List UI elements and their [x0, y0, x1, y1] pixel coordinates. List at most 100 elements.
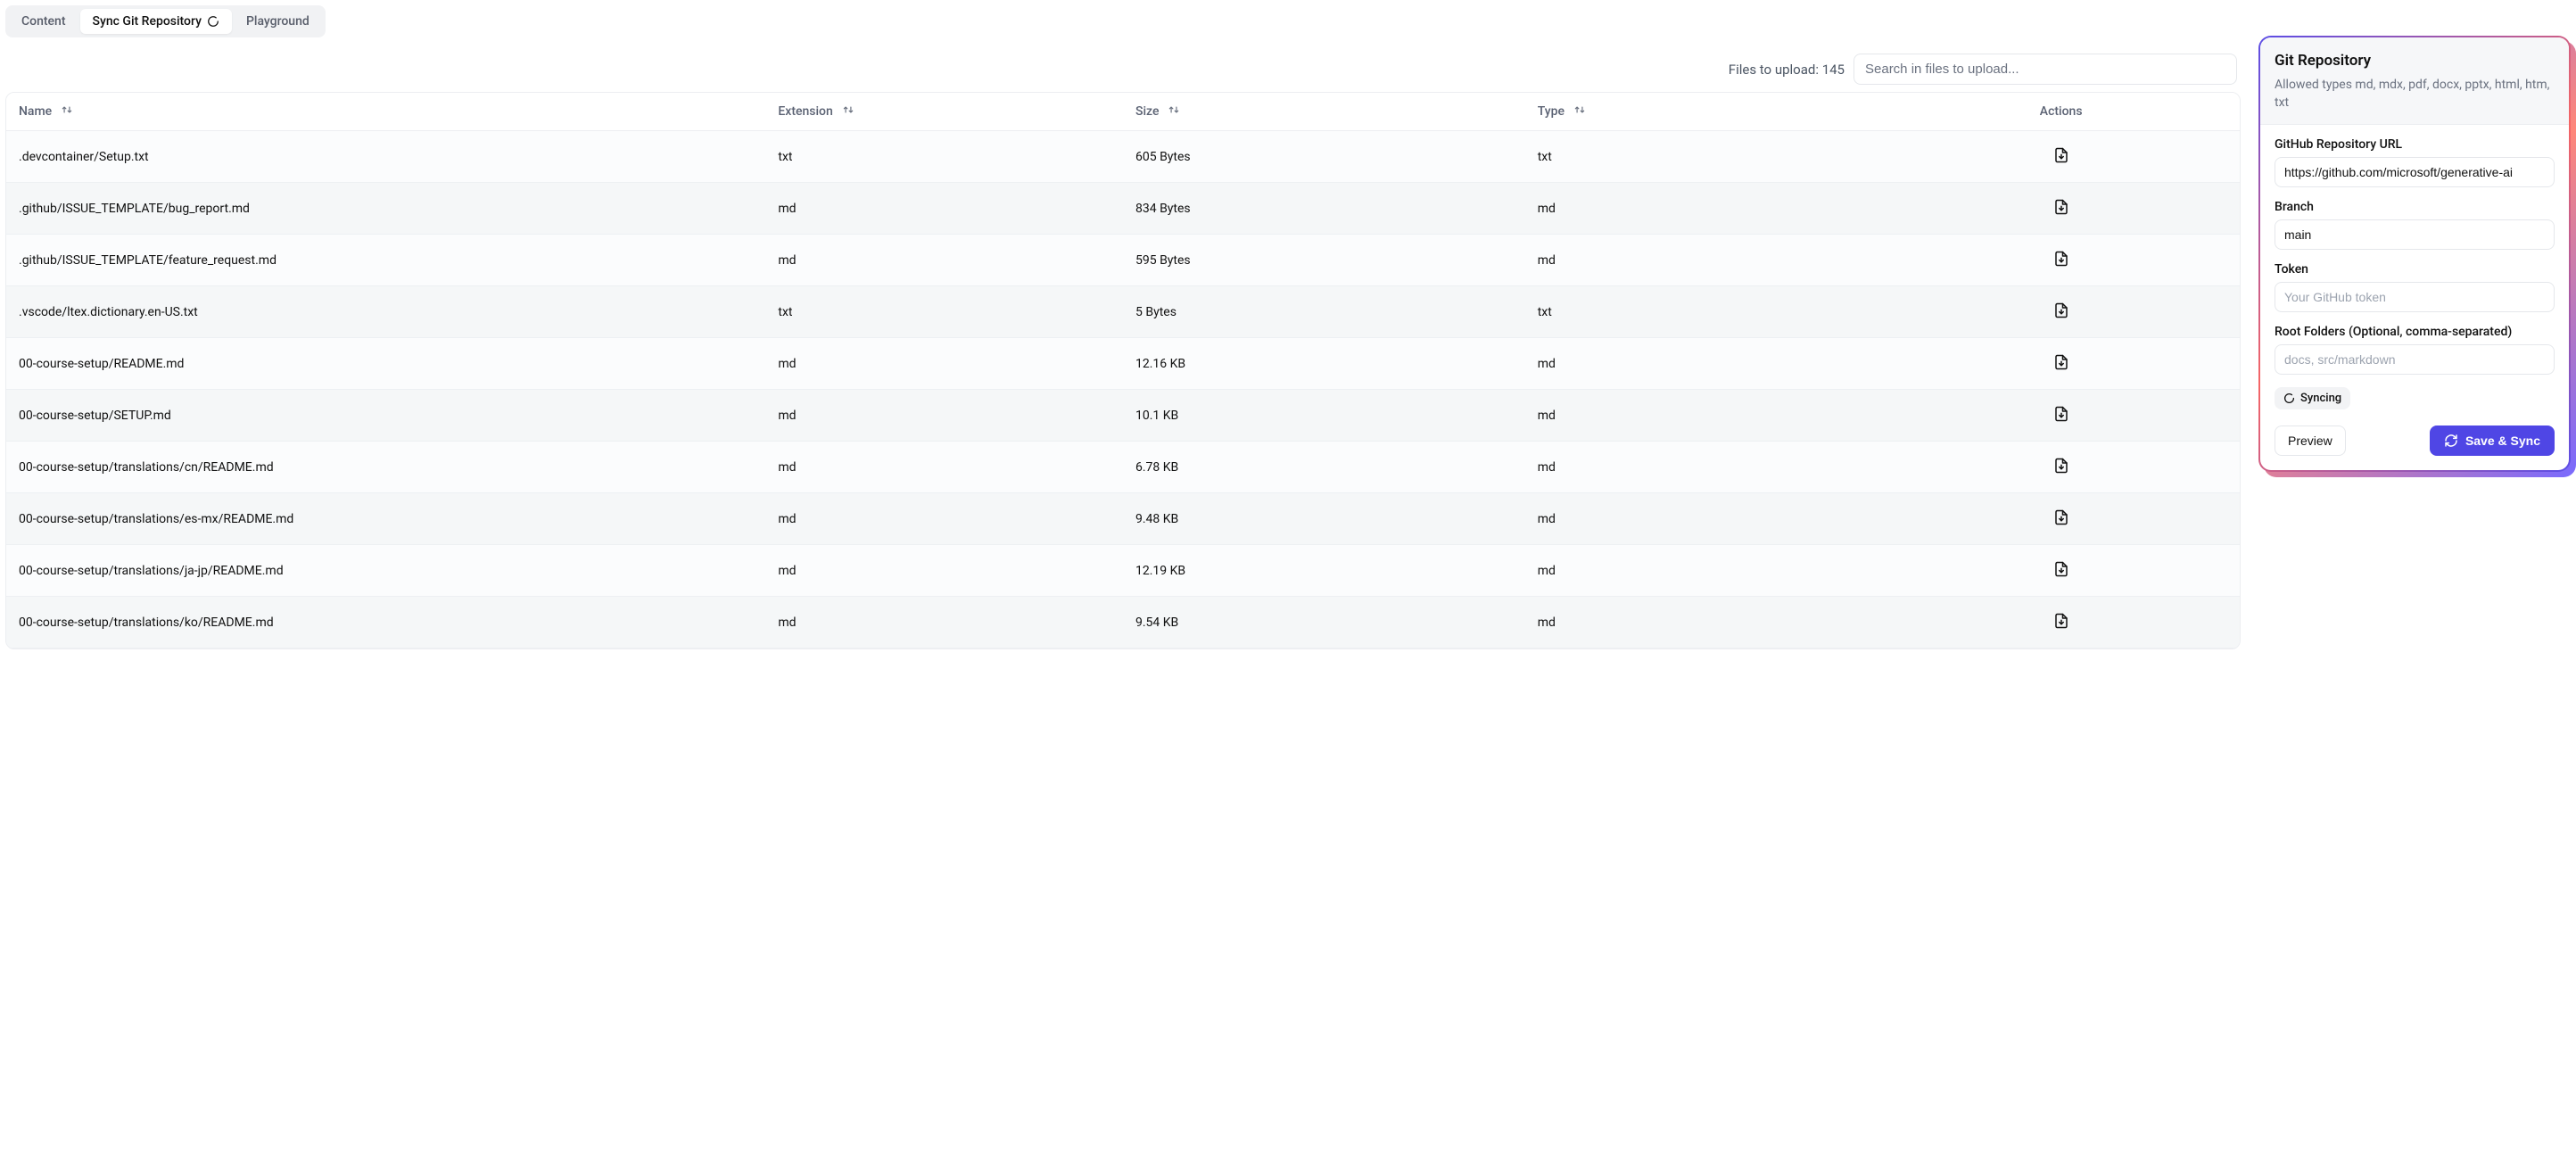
- cell-type: txt: [1525, 131, 1883, 183]
- cell-size: 834 Bytes: [1123, 183, 1525, 235]
- download-file-button[interactable]: [2050, 454, 2073, 480]
- download-file-button[interactable]: [2050, 402, 2073, 428]
- refresh-icon: [2444, 434, 2458, 448]
- file-download-icon: [2053, 458, 2069, 476]
- col-header-type-label: Type: [1538, 104, 1565, 119]
- token-input[interactable]: [2275, 282, 2555, 312]
- cell-size: 595 Bytes: [1123, 235, 1525, 286]
- cell-type: md: [1525, 235, 1883, 286]
- cell-extension: md: [765, 183, 1123, 235]
- cell-size: 6.78 KB: [1123, 442, 1525, 493]
- cell-size: 605 Bytes: [1123, 131, 1525, 183]
- cell-name: .github/ISSUE_TEMPLATE/feature_request.m…: [6, 235, 765, 286]
- col-header-actions-label: Actions: [2040, 104, 2083, 119]
- table-row: .vscode/ltex.dictionary.en-US.txttxt5 By…: [6, 286, 2240, 338]
- cell-name: 00-course-setup/translations/es-mx/READM…: [6, 493, 765, 545]
- col-header-name[interactable]: Name: [19, 103, 73, 120]
- tab-content[interactable]: Content: [9, 9, 78, 34]
- url-label: GitHub Repository URL: [2275, 137, 2555, 152]
- table-row: 00-course-setup/README.mdmd12.16 KBmd: [6, 338, 2240, 390]
- cell-type: md: [1525, 545, 1883, 597]
- col-header-extension-label: Extension: [778, 104, 832, 119]
- download-file-button[interactable]: [2050, 506, 2073, 532]
- tab-content-label: Content: [21, 14, 66, 29]
- cell-size: 10.1 KB: [1123, 390, 1525, 442]
- panel-title: Git Repository: [2275, 52, 2555, 70]
- cell-name: 00-course-setup/translations/cn/README.m…: [6, 442, 765, 493]
- download-file-button[interactable]: [2050, 558, 2073, 583]
- cell-size: 5 Bytes: [1123, 286, 1525, 338]
- col-header-actions: Actions: [1895, 104, 2227, 119]
- col-header-name-label: Name: [19, 104, 52, 119]
- file-download-icon: [2053, 199, 2069, 218]
- github-url-input[interactable]: [2275, 157, 2555, 187]
- cell-extension: md: [765, 493, 1123, 545]
- preview-button[interactable]: Preview: [2275, 426, 2346, 456]
- file-download-icon: [2053, 406, 2069, 425]
- cell-extension: txt: [765, 286, 1123, 338]
- cell-extension: md: [765, 338, 1123, 390]
- syncing-badge: Syncing: [2275, 387, 2350, 409]
- table-row: .github/ISSUE_TEMPLATE/feature_request.m…: [6, 235, 2240, 286]
- cell-type: md: [1525, 493, 1883, 545]
- download-file-button[interactable]: [2050, 299, 2073, 325]
- table-row: .devcontainer/Setup.txttxt605 Bytestxt: [6, 131, 2240, 183]
- cell-type: md: [1525, 390, 1883, 442]
- table-row: 00-course-setup/translations/es-mx/READM…: [6, 493, 2240, 545]
- save-sync-button[interactable]: Save & Sync: [2430, 426, 2555, 456]
- files-count-label: Files to upload: 145: [1729, 62, 1845, 78]
- file-download-icon: [2053, 613, 2069, 632]
- cell-extension: md: [765, 597, 1123, 649]
- search-input[interactable]: [1854, 54, 2237, 85]
- table-row: 00-course-setup/translations/cn/README.m…: [6, 442, 2240, 493]
- file-download-icon: [2053, 302, 2069, 321]
- token-label: Token: [2275, 262, 2555, 277]
- cell-name: .vscode/ltex.dictionary.en-US.txt: [6, 286, 765, 338]
- cell-type: md: [1525, 597, 1883, 649]
- table-row: 00-course-setup/translations/ko/README.m…: [6, 597, 2240, 649]
- file-download-icon: [2053, 561, 2069, 580]
- save-sync-button-label: Save & Sync: [2465, 434, 2540, 448]
- download-file-button[interactable]: [2050, 144, 2073, 169]
- root-folders-input[interactable]: [2275, 344, 2555, 375]
- col-header-size-label: Size: [1135, 104, 1159, 119]
- cell-extension: md: [765, 390, 1123, 442]
- cell-size: 9.54 KB: [1123, 597, 1525, 649]
- table-row: .github/ISSUE_TEMPLATE/bug_report.mdmd83…: [6, 183, 2240, 235]
- panel-subtitle: Allowed types md, mdx, pdf, docx, pptx, …: [2275, 77, 2555, 112]
- preview-button-label: Preview: [2288, 434, 2332, 448]
- cell-size: 12.19 KB: [1123, 545, 1525, 597]
- cell-size: 12.16 KB: [1123, 338, 1525, 390]
- cell-type: md: [1525, 183, 1883, 235]
- cell-size: 9.48 KB: [1123, 493, 1525, 545]
- cell-type: md: [1525, 442, 1883, 493]
- sort-icon: [1168, 103, 1180, 120]
- tab-playground-label: Playground: [246, 14, 310, 29]
- cell-extension: md: [765, 235, 1123, 286]
- files-table: Name Extension Size: [5, 92, 2241, 649]
- sort-icon: [842, 103, 855, 120]
- table-row: 00-course-setup/translations/ja-jp/READM…: [6, 545, 2240, 597]
- spinner-icon: [2283, 392, 2295, 404]
- download-file-button[interactable]: [2050, 247, 2073, 273]
- branch-input[interactable]: [2275, 219, 2555, 250]
- cell-extension: md: [765, 545, 1123, 597]
- cell-name: 00-course-setup/translations/ko/README.m…: [6, 597, 765, 649]
- tab-sync-git[interactable]: Sync Git Repository: [80, 9, 232, 34]
- col-header-extension[interactable]: Extension: [778, 103, 854, 120]
- git-repo-panel: Git Repository Allowed types md, mdx, pd…: [2258, 36, 2571, 472]
- tab-playground[interactable]: Playground: [234, 9, 322, 34]
- sort-icon: [1573, 103, 1586, 120]
- tab-sync-git-label: Sync Git Repository: [93, 14, 202, 29]
- root-folders-label: Root Folders (Optional, comma-separated): [2275, 325, 2555, 339]
- file-download-icon: [2053, 354, 2069, 373]
- col-header-type[interactable]: Type: [1538, 103, 1586, 120]
- file-download-icon: [2053, 147, 2069, 166]
- download-file-button[interactable]: [2050, 195, 2073, 221]
- syncing-badge-label: Syncing: [2300, 392, 2341, 405]
- col-header-size[interactable]: Size: [1135, 103, 1180, 120]
- download-file-button[interactable]: [2050, 609, 2073, 635]
- download-file-button[interactable]: [2050, 351, 2073, 376]
- file-download-icon: [2053, 251, 2069, 269]
- table-row: 00-course-setup/SETUP.mdmd10.1 KBmd: [6, 390, 2240, 442]
